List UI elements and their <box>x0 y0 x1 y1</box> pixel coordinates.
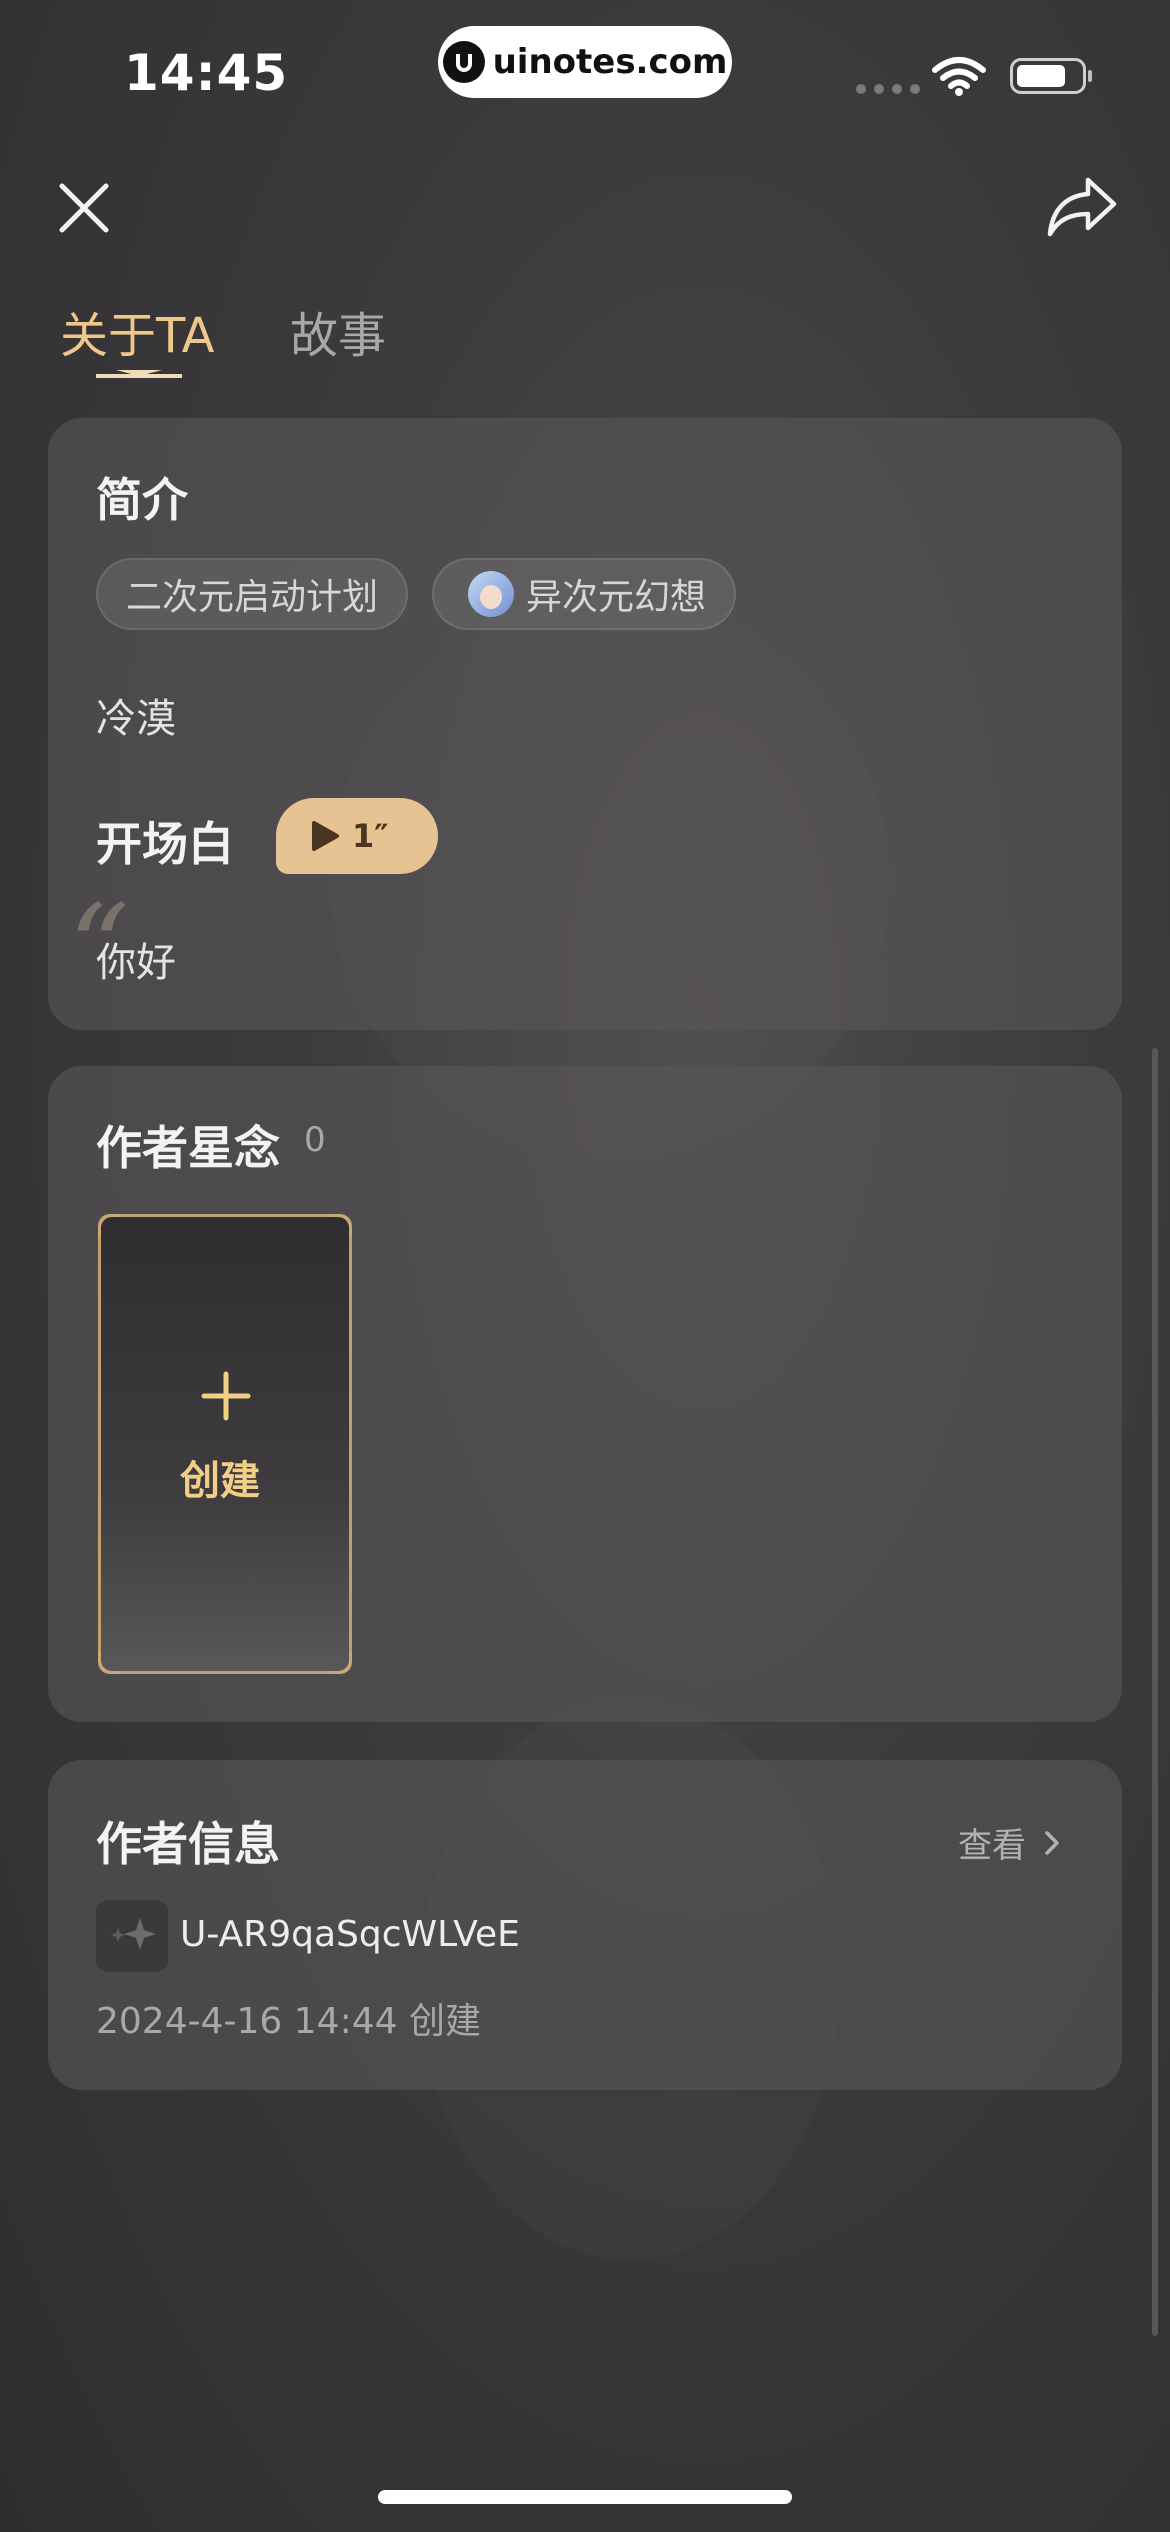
opening-line-text: 你好 <box>96 940 176 986</box>
tag-label: 二次元启动计划 <box>125 577 378 618</box>
voice-duration: 1″ <box>352 817 389 855</box>
author-avatar[interactable] <box>96 1900 168 1972</box>
tag-chip[interactable]: 二次元启动计划 <box>96 558 408 630</box>
author-title: 作者信息 <box>96 1817 280 1871</box>
home-indicator[interactable] <box>378 2490 792 2504</box>
url-badge: uinotes.com <box>438 26 732 98</box>
author-user-id: U-AR9qaSqcWLVeE <box>180 1914 520 1955</box>
character-description: 冷漠 <box>96 696 176 742</box>
play-icon <box>312 821 339 851</box>
battery-nub <box>1088 70 1092 82</box>
tag-chip[interactable]: 异次元幻想 <box>432 558 736 630</box>
url-text: uinotes.com <box>492 42 728 82</box>
created-timestamp: 2024-4-16 14:44 创建 <box>96 2001 481 2042</box>
plus-icon <box>201 1371 251 1421</box>
intro-title: 简介 <box>96 473 188 527</box>
intro-card <box>48 418 1122 1030</box>
corner-ornament <box>98 1652 120 1674</box>
create-label: 创建 <box>180 1458 260 1504</box>
battery-icon <box>1010 58 1086 94</box>
sparkle-icon <box>111 1918 156 1950</box>
uinotes-logo-icon <box>442 41 485 83</box>
tab-about[interactable]: 关于TA <box>60 296 214 366</box>
status-time: 14:45 <box>124 44 289 102</box>
tab-active-indicator <box>96 370 182 378</box>
opening-line-label: 开场白 <box>96 817 234 871</box>
chevron-right-icon <box>1045 1830 1059 1855</box>
share-icon[interactable] <box>1046 174 1118 240</box>
tag-label: 异次元幻想 <box>526 577 707 618</box>
cellular-signal-icon <box>856 84 920 94</box>
tab-story[interactable]: 故事 <box>290 296 386 366</box>
memories-title: 作者星念 <box>96 1121 280 1175</box>
memories-count: 0 <box>304 1120 326 1160</box>
view-author-link[interactable]: 查看 <box>958 1818 1060 1867</box>
create-memory-button[interactable] <box>98 1214 352 1674</box>
view-label: 查看 <box>958 1826 1026 1866</box>
tag-avatar <box>468 571 514 617</box>
corner-ornament <box>98 1214 120 1236</box>
voice-play-button[interactable]: 1″ <box>276 798 438 874</box>
close-icon[interactable] <box>56 180 112 236</box>
wifi-icon <box>932 57 986 96</box>
scrollbar[interactable] <box>1152 1048 1158 2336</box>
corner-ornament <box>330 1214 352 1236</box>
